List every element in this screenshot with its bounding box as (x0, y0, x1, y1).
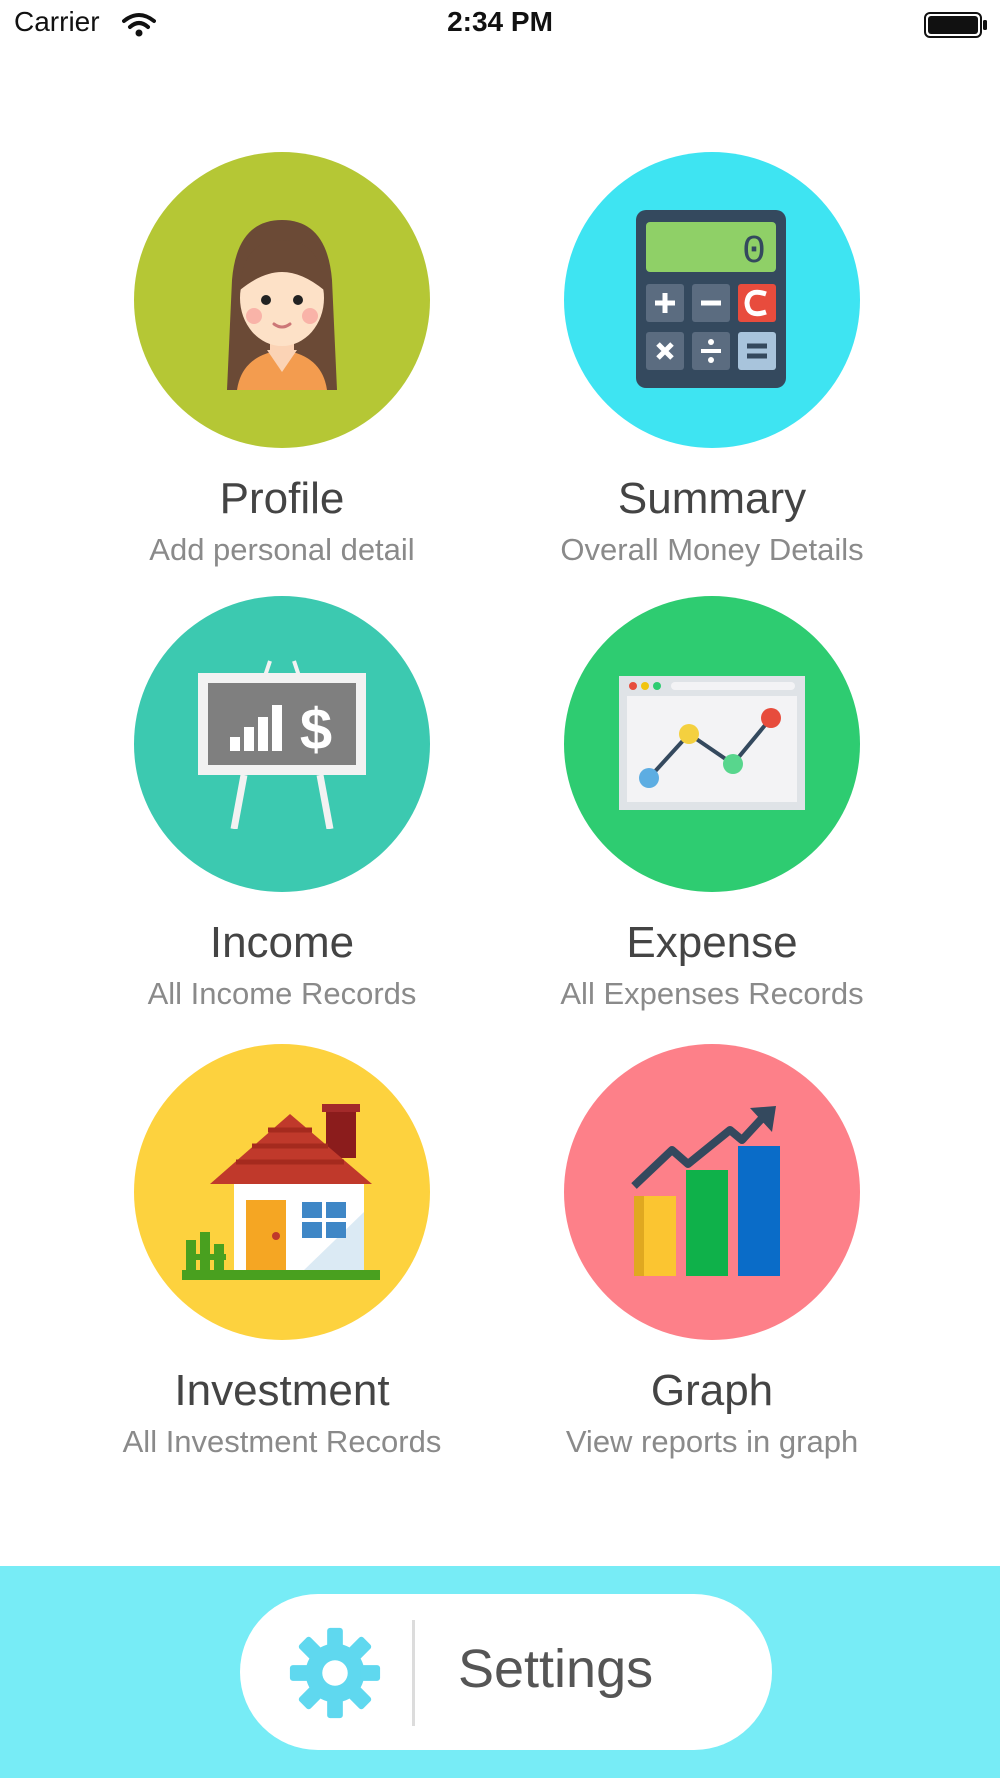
summary-circle[interactable]: 0 (564, 152, 860, 448)
calculator-icon: 0 (636, 210, 786, 388)
menu-item-graph[interactable]: Graph View reports in graph (512, 1044, 912, 1464)
menu-title: Profile (219, 474, 345, 523)
svg-text:$: $ (300, 697, 332, 762)
settings-divider (412, 1620, 415, 1726)
graph-circle[interactable] (564, 1044, 860, 1340)
menu-item-income[interactable]: $ Income All Income Records (82, 596, 482, 1016)
menu-subtitle: All Expenses Records (560, 976, 864, 1011)
bar-chart-icon (631, 1106, 780, 1276)
status-bar: Carrier 2:34 PM (0, 0, 1000, 50)
settings-label: Settings (458, 1639, 654, 1699)
calculator-display: 0 (742, 230, 766, 275)
bottom-bar: Settings (0, 1566, 1000, 1778)
menu-title: Summary (617, 474, 807, 523)
menu-subtitle: View reports in graph (565, 1424, 859, 1459)
menu-item-investment[interactable]: Investment All Investment Records (82, 1044, 482, 1464)
menu-subtitle: Overall Money Details (560, 532, 864, 567)
person-avatar-icon (227, 220, 337, 390)
menu-item-summary[interactable]: 0 Summary Overall Money Details (512, 152, 912, 572)
menu-subtitle: All Investment Records (122, 1424, 442, 1459)
battery-icon (924, 12, 988, 43)
expense-circle[interactable] (564, 596, 860, 892)
menu-title: Graph (650, 1366, 774, 1415)
profile-circle[interactable] (134, 152, 430, 448)
menu-item-expense[interactable]: Expense All Expenses Records (512, 596, 912, 1016)
menu-title: Income (209, 918, 355, 967)
menu-subtitle: All Income Records (147, 976, 417, 1011)
menu-subtitle: Add personal detail (149, 532, 415, 567)
settings-button[interactable]: Settings (240, 1594, 772, 1750)
income-circle[interactable]: $ (134, 596, 430, 892)
gear-icon (286, 1624, 384, 1727)
house-icon (182, 1104, 380, 1280)
menu-item-profile[interactable]: Profile Add personal detail (82, 152, 482, 572)
menu-title: Investment (174, 1366, 390, 1415)
investment-circle[interactable] (134, 1044, 430, 1340)
line-chart-browser-icon (619, 676, 805, 810)
status-time: 2:34 PM (447, 6, 553, 37)
menu-title: Expense (626, 918, 798, 967)
income-easel-icon: $ (198, 660, 366, 829)
